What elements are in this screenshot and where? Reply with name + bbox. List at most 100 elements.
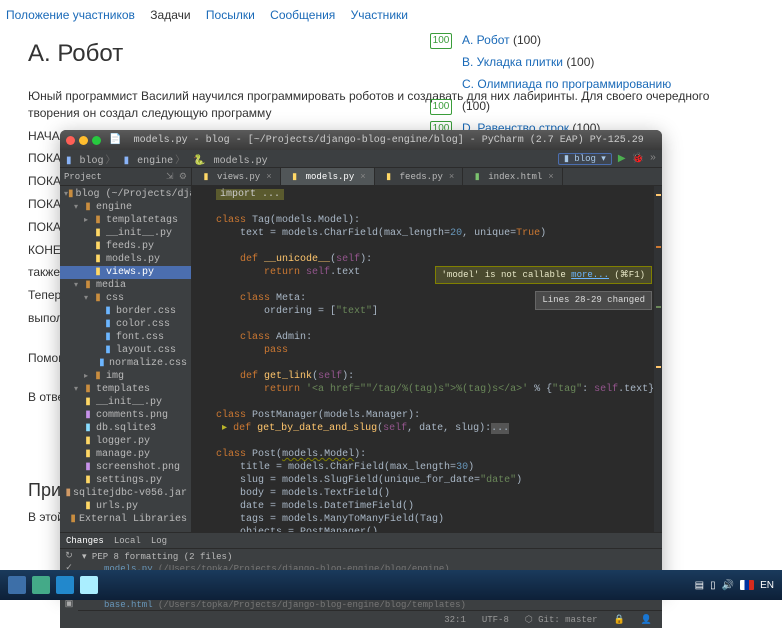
log-tab[interactable]: Log <box>151 536 167 546</box>
tree-item[interactable]: ▮comments.png <box>60 409 191 422</box>
tree-item[interactable]: ▮__init__.py <box>60 396 191 409</box>
debug-icon[interactable]: 🐞 <box>632 153 644 165</box>
tree-root[interactable]: ▾▮blog (~/Projects/django-blog... <box>60 188 191 201</box>
taskbar-app-icon[interactable] <box>80 576 98 594</box>
nav-submissions[interactable]: Посылки <box>206 8 255 22</box>
close-tab-icon[interactable]: × <box>266 172 271 182</box>
run-config-selector[interactable]: ▮ blog ▾ <box>558 153 612 165</box>
editor-tab[interactable]: ▮feeds.py× <box>375 168 464 185</box>
nav-participants[interactable]: Участники <box>351 8 408 22</box>
nav-tasks[interactable]: Задачи <box>150 8 190 22</box>
lock-icon[interactable]: 🔒 <box>614 615 625 625</box>
changelist-header[interactable]: ▾ PEP 8 formatting (2 files) <box>82 551 658 563</box>
local-tab[interactable]: Local <box>114 536 141 546</box>
close-tab-icon[interactable]: × <box>360 172 365 182</box>
nav-standings[interactable]: Положение участников <box>6 8 135 22</box>
cursor-position[interactable]: 32:1 <box>444 615 466 625</box>
tree-item[interactable]: ▮logger.py <box>60 435 191 448</box>
task-link[interactable]: C. Олимпиада по программированию <box>462 77 671 91</box>
crumb-item[interactable]: engine <box>137 156 173 167</box>
task-list-item[interactable]: C. Олимпиада по программированию <box>430 74 770 96</box>
tree-item[interactable]: ▮sqlitejdbc-v056.jar <box>60 487 191 500</box>
tree-item[interactable]: ▮External Libraries <box>60 513 191 526</box>
encoding[interactable]: UTF-8 <box>482 615 509 625</box>
tree-item[interactable]: ▮urls.py <box>60 500 191 513</box>
tree-item[interactable]: ▾▮media <box>60 279 191 292</box>
run-icon[interactable]: ▶ <box>618 153 626 165</box>
language-flag-icon[interactable] <box>740 580 754 590</box>
folder-icon: ▮ <box>66 156 72 167</box>
tree-item[interactable]: ▮manage.py <box>60 448 191 461</box>
editor-tab[interactable]: ▮index.html× <box>463 168 562 185</box>
score-badge: 100 <box>430 99 452 115</box>
inspection-tooltip: 'model' is not callable more... (⌘F1) <box>435 266 652 284</box>
tree-item[interactable]: ▮__init__.py <box>60 227 191 240</box>
system-tray: ▤ ▯ 🔊 EN <box>695 580 774 591</box>
py-icon: ▮ <box>383 172 395 182</box>
tree-item[interactable]: ▮screenshot.png <box>60 461 191 474</box>
zoom-icon[interactable] <box>92 136 101 145</box>
error-stripe[interactable] <box>654 186 662 532</box>
tree-item[interactable]: ▮layout.css <box>60 344 191 357</box>
changes-tab[interactable]: Changes <box>66 536 104 546</box>
tree-item[interactable]: ▸▮img <box>60 370 191 383</box>
doc-icon: 📄 <box>109 134 121 146</box>
task-link[interactable]: B. Укладка плитки <box>462 55 563 69</box>
volume-icon[interactable]: 🔊 <box>722 580 734 591</box>
code-editor[interactable]: import ... class Tag(models.Model): text… <box>192 186 662 532</box>
more-icon[interactable]: » <box>650 153 656 164</box>
tree-item[interactable]: ▮font.css <box>60 331 191 344</box>
taskbar-app-icon[interactable] <box>32 576 50 594</box>
py-icon: ▮ <box>92 240 104 253</box>
tree-item[interactable]: ▮settings.py <box>60 474 191 487</box>
py-icon: ▮ <box>92 227 104 240</box>
editor-tab[interactable]: ▮models.py× <box>281 168 375 185</box>
tree-item[interactable]: ▮db.sqlite3 <box>60 422 191 435</box>
folder-icon: ▮ <box>69 513 77 526</box>
ide-titlebar[interactable]: 📄 models.py - blog - [~/Projects/django-… <box>60 130 662 150</box>
refresh-icon[interactable]: ↻ <box>65 551 73 561</box>
img-icon: ▮ <box>82 409 94 422</box>
tree-item[interactable]: ▮models.py <box>60 253 191 266</box>
git-branch[interactable]: ⬡ Git: master <box>525 615 598 625</box>
collapse-icon[interactable]: ⇲ ⚙ <box>166 172 187 182</box>
db-icon: ▮ <box>82 422 94 435</box>
task-list-item[interactable]: 100(100) <box>430 96 770 118</box>
changed-file[interactable]: base.html (/Users/topka/Projects/django-… <box>82 599 658 611</box>
task-list-sidebar: 100A. Робот (100) B. Укладка плитки (100… <box>430 30 770 140</box>
task-list-item[interactable]: 100A. Робот (100) <box>430 30 770 52</box>
start-icon[interactable] <box>8 576 26 594</box>
editor-tab[interactable]: ▮views.py× <box>192 168 281 185</box>
tree-item[interactable]: ▾▮templates <box>60 383 191 396</box>
nav-messages[interactable]: Сообщения <box>270 8 335 22</box>
tray-icon[interactable]: ▤ <box>695 580 704 591</box>
crumb-item[interactable]: blog <box>80 156 104 167</box>
language-indicator[interactable]: EN <box>760 580 774 591</box>
project-label: Project <box>64 172 102 182</box>
breadcrumb[interactable]: ▮ blog〉 ▮ engine〉 🐍 models.py <box>66 151 270 167</box>
project-tool-header[interactable]: Project ⇲ ⚙ <box>60 168 191 186</box>
tree-item[interactable]: ▮feeds.py <box>60 240 191 253</box>
close-icon[interactable] <box>66 136 75 145</box>
tree-item[interactable]: ▾▮engine <box>60 201 191 214</box>
tree-item[interactable]: ▾▮css <box>60 292 191 305</box>
folder-icon: ▮ <box>124 156 130 167</box>
hector-icon[interactable]: 👤 <box>641 615 652 625</box>
tooltip-more-link[interactable]: more... <box>571 270 609 280</box>
tray-icon[interactable]: ▯ <box>710 580 716 591</box>
task-link[interactable]: A. Робот <box>462 33 510 47</box>
folder-icon: ▮ <box>92 370 104 383</box>
crumb-item[interactable]: models.py <box>214 156 268 167</box>
minimize-icon[interactable] <box>79 136 88 145</box>
tree-item[interactable]: ▸▮templatetags <box>60 214 191 227</box>
tree-item[interactable]: ▮color.css <box>60 318 191 331</box>
taskbar-app-icon[interactable] <box>56 576 74 594</box>
tree-item[interactable]: ▮views.py <box>60 266 191 279</box>
tree-item[interactable]: ▮normalize.css <box>60 357 191 370</box>
task-line: В этой <box>28 510 64 524</box>
close-tab-icon[interactable]: × <box>548 172 553 182</box>
close-tab-icon[interactable]: × <box>449 172 454 182</box>
tree-item[interactable]: ▮border.css <box>60 305 191 318</box>
task-list-item[interactable]: B. Укладка плитки (100) <box>430 52 770 74</box>
group-icon[interactable]: ▣ <box>65 599 74 609</box>
